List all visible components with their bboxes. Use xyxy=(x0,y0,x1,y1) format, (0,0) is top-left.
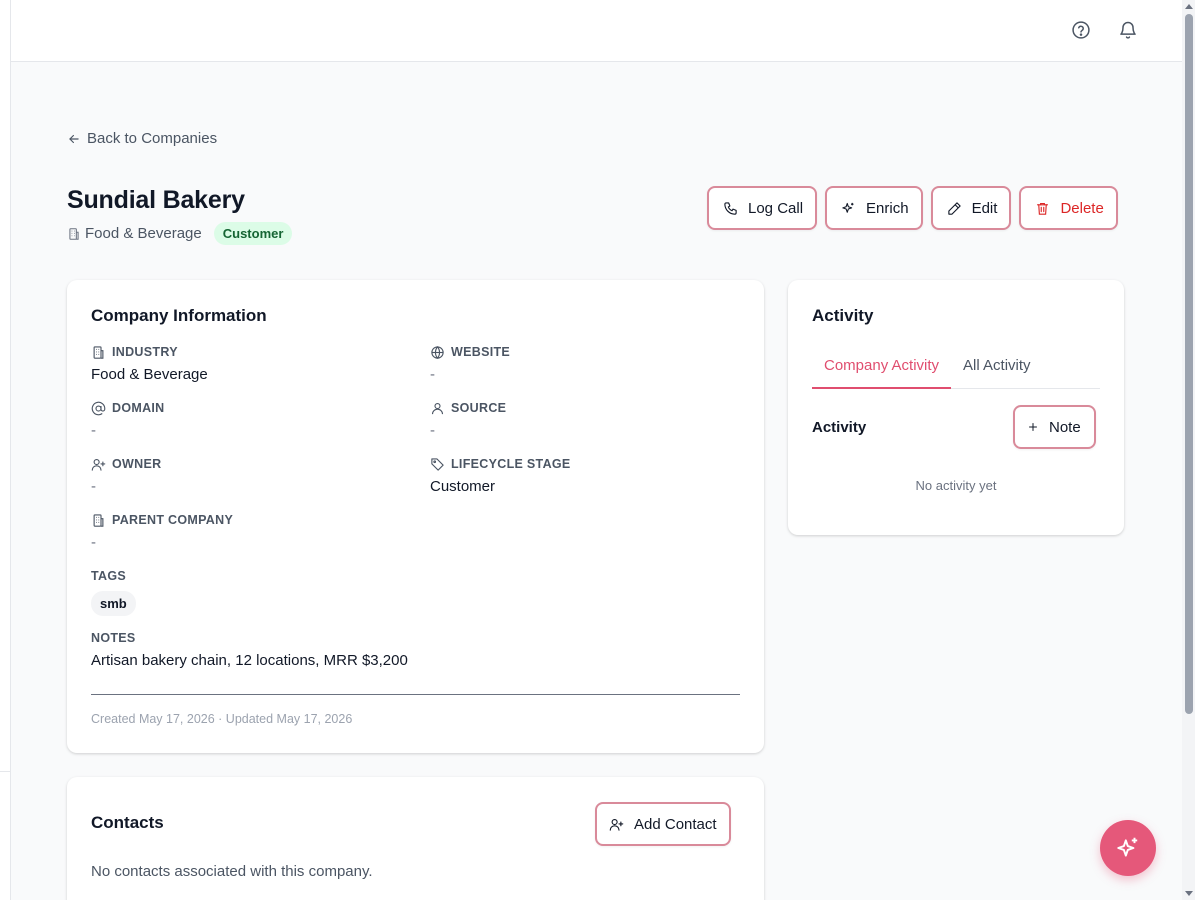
company-information-card: Company Information INDUSTRY Food & Beve… xyxy=(67,280,764,753)
industry-text: Food & Beverage xyxy=(85,225,202,242)
tags-field-label: TAGS xyxy=(91,569,126,583)
lifecycle-field-label: LIFECYCLE STAGE xyxy=(451,457,571,471)
building-icon xyxy=(93,513,104,527)
info-divider xyxy=(91,694,740,695)
sparkles-icon xyxy=(842,202,854,213)
domain-field-label: DOMAIN xyxy=(112,401,165,415)
website-field-label: WEBSITE xyxy=(451,345,511,359)
edit-label: Edit xyxy=(971,199,998,217)
field-industry: INDUSTRY Food & Beverage xyxy=(91,343,208,383)
top-bar xyxy=(11,0,1182,62)
activity-tabs: Company Activity All Activity xyxy=(812,348,1100,389)
website-field-value: - xyxy=(430,366,435,383)
user-icon xyxy=(431,402,444,414)
company-information-title: Company Information xyxy=(91,306,267,325)
back-to-companies-link[interactable]: Back to Companies xyxy=(67,130,217,147)
delete-button[interactable]: Delete xyxy=(1019,186,1118,230)
user-plus-icon xyxy=(609,818,624,831)
parent-company-field-label: PARENT COMPANY xyxy=(112,513,234,527)
industry-label: Food & Beverage xyxy=(67,225,202,242)
source-field-label: SOURCE xyxy=(451,401,507,415)
scroll-up-arrow[interactable] xyxy=(1185,4,1193,9)
building-icon xyxy=(93,345,104,359)
field-source: SOURCE - xyxy=(430,399,506,439)
tab-all-activity[interactable]: All Activity xyxy=(951,348,1043,389)
field-notes: NOTES Artisan bakery chain, 12 locations… xyxy=(91,629,408,669)
created-updated-meta: Created May 17, 2026 · Updated May 17, 2… xyxy=(91,712,353,726)
left-rail xyxy=(0,0,11,900)
back-link-label: Back to Companies xyxy=(87,130,218,147)
rail-divider xyxy=(0,771,11,772)
contacts-empty-state: No contacts associated with this company… xyxy=(91,863,373,880)
pencil-icon xyxy=(947,201,961,215)
add-contact-label: Add Contact xyxy=(634,815,717,833)
activity-section-label: Activity xyxy=(812,419,867,436)
enrich-label: Enrich xyxy=(866,199,909,217)
notes-field-label: NOTES xyxy=(91,631,136,645)
activity-empty-state: No activity yet xyxy=(915,478,997,493)
add-note-label: Note xyxy=(1049,418,1081,436)
building-icon xyxy=(69,227,79,240)
tab-company-activity[interactable]: Company Activity xyxy=(812,348,952,389)
tag-chip: smb xyxy=(91,591,136,616)
at-sign-icon xyxy=(91,401,106,415)
action-bar: Log Call Enrich Edit Delete xyxy=(707,186,1118,230)
tag-icon xyxy=(431,457,444,471)
parent-company-field-value: - xyxy=(91,534,96,551)
industry-field-label: INDUSTRY xyxy=(112,345,178,359)
plus-icon xyxy=(1029,423,1037,431)
lifecycle-field-value: Customer xyxy=(430,478,496,495)
help-icon[interactable] xyxy=(1069,17,1093,43)
owner-field-value: - xyxy=(91,478,96,495)
add-contact-button[interactable]: Add Contact xyxy=(595,802,731,846)
field-lifecycle-stage: LIFECYCLE STAGE Customer xyxy=(430,455,571,495)
enrich-button[interactable]: Enrich xyxy=(825,186,923,230)
activity-title: Activity xyxy=(812,306,874,325)
lifecycle-badge: Customer xyxy=(213,222,293,245)
sparkles-icon xyxy=(1117,837,1138,857)
notes-field-value: Artisan bakery chain, 12 locations, MRR … xyxy=(91,652,408,669)
field-parent-company: PARENT COMPANY - xyxy=(91,511,233,551)
field-tags: TAGS smb xyxy=(91,567,136,616)
delete-label: Delete xyxy=(1060,199,1104,217)
source-field-value: - xyxy=(430,422,435,439)
field-owner: OWNER - xyxy=(91,455,161,495)
field-domain: DOMAIN - xyxy=(91,399,165,439)
contacts-title: Contacts xyxy=(91,813,164,832)
industry-field-value: Food & Beverage xyxy=(91,366,208,383)
company-subtitle: Food & Beverage Customer xyxy=(67,222,293,245)
ai-assistant-button[interactable] xyxy=(1100,820,1156,876)
scrollbar[interactable] xyxy=(1182,0,1195,900)
contacts-card: Contacts Add Contact No contacts associa… xyxy=(67,777,764,900)
add-note-button[interactable]: Note xyxy=(1013,405,1096,449)
arrow-left-icon xyxy=(69,134,79,143)
owner-field-label: OWNER xyxy=(112,457,162,471)
phone-icon xyxy=(724,201,737,215)
scrollbar-thumb[interactable] xyxy=(1185,14,1193,714)
activity-card: Activity Company Activity All Activity A… xyxy=(788,280,1124,535)
scroll-down-arrow[interactable] xyxy=(1185,891,1193,896)
bell-icon[interactable] xyxy=(1116,17,1140,43)
edit-button[interactable]: Edit xyxy=(930,186,1012,230)
log-call-label: Log Call xyxy=(748,199,804,217)
page-title: Sundial Bakery xyxy=(67,186,245,214)
trash-icon xyxy=(1037,202,1049,215)
log-call-button[interactable]: Log Call xyxy=(707,186,818,230)
user-plus-icon xyxy=(91,458,106,471)
field-website: WEBSITE - xyxy=(430,343,510,383)
domain-field-value: - xyxy=(91,422,96,439)
globe-icon xyxy=(431,345,444,359)
